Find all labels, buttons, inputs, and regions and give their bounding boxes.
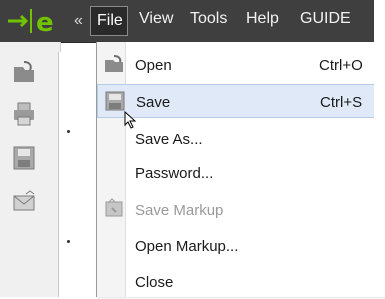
collapse-toolbar-button[interactable]: « xyxy=(74,12,83,30)
menu-file-label: File xyxy=(97,12,123,29)
menu-item-shortcut: Ctrl+S xyxy=(320,94,363,111)
menu-item-label: Open Markup... xyxy=(135,238,239,255)
app-window: e « File View Tools Help GUIDE Open Ctrl… xyxy=(0,0,385,297)
left-toolbar xyxy=(0,42,61,297)
document-bullet xyxy=(67,240,70,243)
save-markup-icon xyxy=(105,198,123,217)
menu-bar: e « File View Tools Help GUIDE xyxy=(0,0,385,43)
menu-help[interactable]: Help xyxy=(246,10,279,28)
menu-guide[interactable]: GUIDE xyxy=(300,10,351,28)
menu-item-label: Save Markup xyxy=(135,202,224,219)
menu-item-shortcut: Ctrl+O xyxy=(319,57,363,74)
save-icon xyxy=(105,91,125,111)
menu-tools[interactable]: Tools xyxy=(190,10,227,28)
open-icon xyxy=(105,55,123,72)
menu-item-label: Password... xyxy=(135,165,214,182)
mouse-cursor-icon xyxy=(124,111,137,129)
document-bullet xyxy=(67,130,70,133)
menu-item-open[interactable]: Open Ctrl+O xyxy=(97,48,385,82)
menu-item-save-markup: Save Markup xyxy=(97,193,385,227)
menu-item-label: Save As... xyxy=(135,131,203,148)
menu-item-open-markup[interactable]: Open Markup... xyxy=(97,229,385,263)
menu-item-save-as[interactable]: Save As... xyxy=(97,122,385,156)
print-icon[interactable] xyxy=(10,100,38,128)
menu-item-label: Close xyxy=(135,274,174,291)
app-logo-icon: e xyxy=(8,8,54,36)
svg-text:e: e xyxy=(36,8,54,36)
save-icon[interactable] xyxy=(10,144,38,172)
menu-file[interactable]: File xyxy=(90,6,128,36)
email-icon[interactable] xyxy=(10,188,38,216)
document-preview xyxy=(58,52,99,297)
file-menu-dropdown: Open Ctrl+O Save Ctrl+S Save As... Passw… xyxy=(96,42,385,297)
menu-item-label: Open xyxy=(135,57,172,74)
right-edge-strip xyxy=(374,0,385,297)
menu-item-close[interactable]: Close xyxy=(97,265,385,299)
menu-item-label: Save xyxy=(136,94,171,111)
open-icon[interactable] xyxy=(10,58,38,86)
menu-item-password[interactable]: Password... xyxy=(97,156,385,190)
menu-item-save[interactable]: Save Ctrl+S xyxy=(97,84,385,118)
menu-view[interactable]: View xyxy=(139,10,173,28)
